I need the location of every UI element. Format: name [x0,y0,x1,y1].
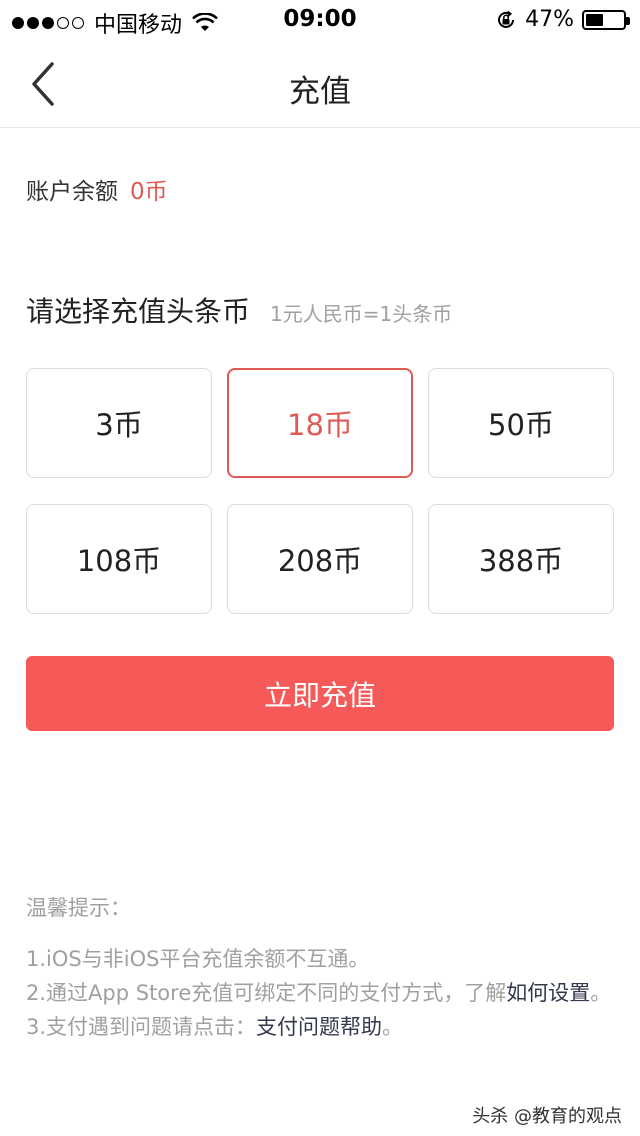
amount-option-50[interactable]: 50币 [428,368,614,478]
tip-line-2: 2.通过App Store充值可绑定不同的支付方式，了解如何设置。 [26,976,618,1010]
tip-line-2-text: 2.通过App Store充值可绑定不同的支付方式，了解 [26,981,507,1005]
exchange-rate: 1元人民币=1头条币 [270,302,453,326]
amount-option-208[interactable]: 208币 [227,504,413,614]
tips-list: 1.iOS与非iOS平台充值余额不互通。 2.通过App Store充值可绑定不… [26,942,618,1044]
status-right: 47% [495,7,630,32]
recharge-now-button[interactable]: 立即充值 [26,656,614,731]
balance-value: 0币 [130,179,168,205]
recharge-section-title: 请选择充值头条币 1元人民币=1头条币 [26,290,452,330]
how-to-setup-link[interactable]: 如何设置 [506,981,590,1005]
battery-icon [582,9,630,30]
status-bar: 中国移动 09:00 47% [0,0,640,40]
tip-line-2-end: 。 [590,981,612,1005]
battery-fill [586,13,603,26]
tips-title: 温馨提示： [26,896,131,920]
payment-help-link[interactable]: 支付问题帮助 [256,1015,382,1039]
nav-bar: 充值 [0,40,640,128]
battery-tip [626,16,630,25]
amount-option-108[interactable]: 108币 [26,504,212,614]
amount-option-18[interactable]: 18币 [227,368,413,478]
amount-option-3[interactable]: 3币 [26,368,212,478]
tip-line-3-text: 3.支付遇到问题请点击： [26,1015,257,1039]
tip-line-3-end: 。 [382,1015,404,1039]
watermark-text: 头杀 @教育的观点 [472,1106,622,1127]
account-balance: 账户余额 0币 [26,172,168,206]
tip-line-3: 3.支付遇到问题请点击：支付问题帮助。 [26,1010,618,1044]
battery-percent: 47% [525,7,574,32]
section-heading: 请选择充值头条币 [26,295,251,328]
amount-option-388[interactable]: 388币 [428,504,614,614]
balance-label: 账户余额 [26,179,118,205]
rotation-lock-icon [498,10,515,28]
page-title: 充值 [289,74,351,110]
recharge-screen: 中国移动 09:00 47% 充值 账户余额 0币 请选择充值头条币 1元人民币… [0,0,640,1136]
tip-line-1: 1.iOS与非iOS平台充值余额不互通。 [26,947,370,971]
